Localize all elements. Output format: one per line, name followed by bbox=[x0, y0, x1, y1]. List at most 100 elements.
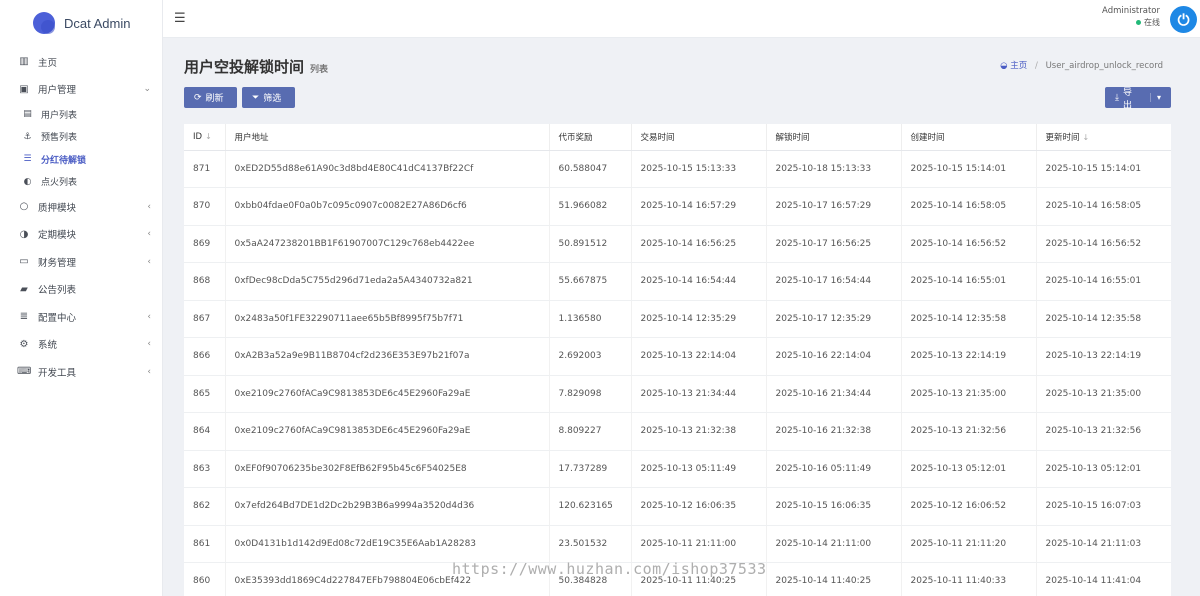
breadcrumb-current: User_airdrop_unlock_record bbox=[1045, 61, 1163, 71]
table-cell: 2025-10-14 16:56:52 bbox=[901, 225, 1037, 263]
sidebar-item-config[interactable]: ≣ 配置中心 ‹ bbox=[0, 303, 162, 331]
sidebar-item-label: 点火列表 bbox=[41, 178, 78, 189]
table-row[interactable]: 866 0xA2B3a52a9e9B11B8704cf2d236E353E97b2… bbox=[184, 337, 1171, 376]
table-row[interactable]: 865 0xe2109c2760fACa9C9813853DE6c45E2960F… bbox=[184, 375, 1171, 413]
table-row[interactable]: 867 0x2483a50f1FE32290711aee65b5Bf8995f75… bbox=[184, 300, 1171, 338]
half-circle-icon: ◑ bbox=[19, 228, 29, 240]
table-cell: 2025-10-14 16:57:29 bbox=[631, 187, 767, 226]
column-header-id[interactable]: ID ↓ bbox=[184, 124, 226, 151]
sidebar-subitem-user-list[interactable]: ▤ 用户列表 bbox=[0, 103, 162, 126]
breadcrumb-home[interactable]: 主页 bbox=[1010, 61, 1027, 71]
sort-down-icon[interactable]: ↓ bbox=[205, 132, 212, 141]
sidebar-item-label: 系统 bbox=[38, 340, 58, 352]
table-cell: 0xED2D55d88e61A90c3d8bd4E80C41dC4137Bf22… bbox=[225, 150, 550, 188]
table-cell: 2025-10-11 11:40:33 bbox=[901, 562, 1037, 596]
sidebar-subitem-presale-list[interactable]: ⚓ 预售列表 bbox=[0, 126, 162, 149]
table-cell: 2025-10-14 16:58:05 bbox=[1036, 187, 1171, 226]
user-menu[interactable]: Administrator 在线 bbox=[1102, 6, 1160, 28]
table-row[interactable]: 868 0xfDec98cDda5C755d296d71eda2a5A434073… bbox=[184, 262, 1171, 301]
sidebar-item-label: 用户列表 bbox=[41, 110, 78, 121]
user-status-label: 在线 bbox=[1144, 18, 1160, 27]
table-cell: 2025-10-15 15:14:01 bbox=[1036, 150, 1171, 188]
sidebar-item-system[interactable]: ⚙ 系统 ‹ bbox=[0, 331, 162, 359]
column-header-created-at: 创建时间 bbox=[901, 124, 1037, 151]
hamburger-menu-icon[interactable]: ☰ bbox=[174, 11, 186, 26]
table-cell: 8.809227 bbox=[549, 412, 632, 451]
table-cell: 2025-10-16 21:32:38 bbox=[766, 412, 902, 451]
table-row[interactable]: 860 0xE35393dd1869C4d227847EFb798804E06cb… bbox=[184, 562, 1171, 596]
table-cell: 2025-10-17 16:54:44 bbox=[766, 262, 902, 301]
gear-icon: ⚙ bbox=[19, 338, 29, 350]
sidebar-item-fixed-term[interactable]: ◑ 定期模块 ‹ bbox=[0, 221, 162, 249]
sidebar-item-dev-tools[interactable]: ⌨ 开发工具 ‹ bbox=[0, 358, 162, 386]
table-cell: 50.384828 bbox=[549, 562, 632, 596]
table-cell: 2025-10-13 22:14:19 bbox=[901, 337, 1037, 376]
fire-icon: ◐ bbox=[23, 176, 32, 187]
sidebar-item-home[interactable]: ▥ 主页 bbox=[0, 48, 162, 76]
user-name: Administrator bbox=[1102, 6, 1160, 16]
column-header-updated-at[interactable]: 更新时间 ↓ bbox=[1036, 124, 1171, 151]
table-cell: 2025-10-14 21:11:03 bbox=[1036, 525, 1171, 563]
book-icon: ▰ bbox=[20, 283, 28, 295]
table-cell: 860 bbox=[184, 562, 226, 596]
table-cell: 2025-10-14 12:35:58 bbox=[901, 300, 1037, 338]
chevron-down-icon: ⌄ bbox=[143, 84, 151, 95]
chevron-left-icon: ‹ bbox=[147, 201, 151, 212]
chevron-down-icon[interactable]: ▾ bbox=[1149, 93, 1161, 102]
sidebar-item-label: 财务管理 bbox=[38, 257, 77, 269]
table-row[interactable]: 871 0xED2D55d88e61A90c3d8bd4E80C41dC4137B… bbox=[184, 150, 1171, 188]
sidebar-item-announcements[interactable]: ▰ 公告列表 bbox=[0, 276, 162, 304]
sidebar-subitem-dividend-unlock[interactable]: ☰ 分红待解锁 bbox=[0, 148, 162, 171]
sidebar-item-staking[interactable]: ○ 质押模块 ‹ bbox=[0, 193, 162, 221]
table-row[interactable]: 862 0x7efd264Bd7DE1d2Dc2b29B3B6a9994a3520… bbox=[184, 487, 1171, 526]
brand[interactable]: Dcat Admin bbox=[0, 0, 162, 46]
circle-icon: ○ bbox=[19, 201, 29, 213]
brand-name: Dcat Admin bbox=[64, 15, 131, 31]
sidebar-subitem-ignition-list[interactable]: ◐ 点火列表 bbox=[0, 171, 162, 194]
sort-down-icon[interactable]: ↓ bbox=[1083, 133, 1090, 142]
export-button[interactable]: ⤓ 导出 ▾ bbox=[1105, 87, 1171, 111]
table-row[interactable]: 870 0xbb04fdae0F0a0b7c095c0907c0082E27A86… bbox=[184, 187, 1171, 226]
chevron-left-icon: ‹ bbox=[147, 256, 151, 267]
table-cell: 2025-10-18 15:13:33 bbox=[766, 150, 902, 188]
table-cell: 2025-10-17 16:57:29 bbox=[766, 187, 902, 226]
refresh-icon: ⟳ bbox=[194, 92, 202, 103]
column-label: 更新时间 bbox=[1045, 132, 1080, 143]
table-cell: 2025-10-15 16:06:35 bbox=[766, 487, 902, 526]
table-row[interactable]: 864 0xe2109c2760fACa9C9813853DE6c45E2960F… bbox=[184, 412, 1171, 451]
table-cell: 0xE35393dd1869C4d227847EFb798804E06cbEf4… bbox=[225, 562, 550, 596]
main-content: 用户空投解锁时间 列表 ◒ 主页 / User_airdrop_unlock_re… bbox=[163, 38, 1200, 596]
column-header-address: 用户地址 bbox=[225, 124, 550, 151]
table-cell: 2025-10-13 21:32:56 bbox=[1036, 412, 1171, 451]
table-row[interactable]: 861 0x0D4131b1d142d9Ed08c72dE19C35E6Aab1A… bbox=[184, 525, 1171, 563]
sidebar-item-user-management[interactable]: ▣ 用户管理 ⌄ bbox=[0, 76, 162, 104]
table-cell: 2025-10-13 22:14:19 bbox=[1036, 337, 1171, 376]
table-cell: 2025-10-14 16:58:05 bbox=[901, 187, 1037, 226]
sidebar-item-label: 定期模块 bbox=[38, 230, 77, 242]
table-cell: 17.737289 bbox=[549, 450, 632, 488]
table-cell: 2025-10-14 16:55:01 bbox=[1036, 262, 1171, 301]
filter-button[interactable]: ⏷ 筛选 bbox=[242, 87, 295, 108]
chevron-left-icon: ‹ bbox=[147, 339, 151, 350]
table-cell: 0xA2B3a52a9e9B11B8704cf2d236E353E97b21f0… bbox=[225, 337, 550, 376]
refresh-button[interactable]: ⟳ 刷新 bbox=[184, 87, 237, 108]
table-row[interactable]: 869 0x5aA247238201BB1F61907007C129c768eb4… bbox=[184, 225, 1171, 263]
table-cell: 2025-10-13 05:12:01 bbox=[901, 450, 1037, 488]
table-cell: 60.588047 bbox=[549, 150, 632, 188]
table-cell: 867 bbox=[184, 300, 226, 338]
table-cell: 0xe2109c2760fACa9C9813853DE6c45E2960Fa29… bbox=[225, 375, 550, 413]
table-cell: 0xe2109c2760fACa9C9813853DE6c45E2960Fa29… bbox=[225, 412, 550, 451]
sidebar-item-finance[interactable]: ▭ 财务管理 ‹ bbox=[0, 248, 162, 276]
export-label: 导出 bbox=[1122, 87, 1132, 111]
table-cell: 1.136580 bbox=[549, 300, 632, 338]
table-cell: 2025-10-16 22:14:04 bbox=[766, 337, 902, 376]
column-label: ID bbox=[193, 131, 203, 142]
filter-label: 筛选 bbox=[263, 94, 282, 104]
table-cell: 2025-10-13 05:11:49 bbox=[631, 450, 767, 488]
table-row[interactable]: 863 0xEF0f90706235be302F8EfB62F95b45c6F54… bbox=[184, 450, 1171, 488]
column-label: 代币奖励 bbox=[558, 132, 593, 143]
table-cell: 2025-10-15 15:13:33 bbox=[631, 150, 767, 188]
table-cell: 861 bbox=[184, 525, 226, 563]
avatar[interactable]: ⏻ bbox=[1170, 6, 1197, 33]
table-cell: 2025-10-14 11:40:25 bbox=[766, 562, 902, 596]
